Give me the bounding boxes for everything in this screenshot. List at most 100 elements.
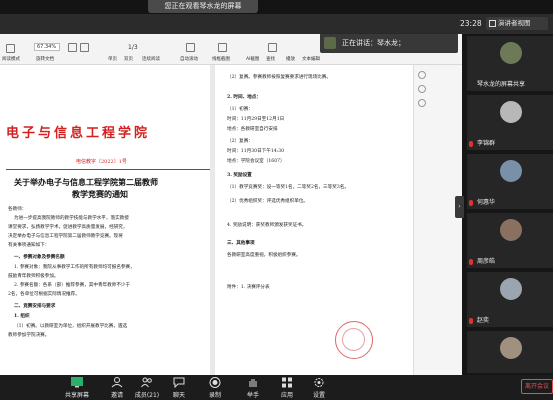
doc-paragraph: （2）复赛： xyxy=(227,139,253,144)
view-switch-label: 演讲者视图 xyxy=(498,19,531,27)
doc-number: 电信教字〔2022〕1号 xyxy=(76,159,127,165)
seal-inner-ring xyxy=(342,328,365,351)
avatar xyxy=(500,160,522,182)
tool-single-page[interactable]: 单页 xyxy=(108,56,117,62)
doc-paragraph: 地点：学院会议室（1607） xyxy=(227,159,285,164)
raise-hand-label: 举手 xyxy=(246,392,259,399)
doc-section-heading: 一、参赛对象及参赛名额 xyxy=(14,255,65,260)
doc-paragraph: （1）教学竞赛奖：设一等奖1名，二等奖2名，三等奖3名。 xyxy=(227,185,349,190)
record-button[interactable]: 录制 xyxy=(198,376,232,400)
share-screen-icon xyxy=(71,377,83,388)
share-screen-button[interactable]: 共享屏幕 xyxy=(60,376,94,400)
doc-paragraph: 附件：1. 决赛评分表 xyxy=(227,285,270,290)
doc-paragraph: 教师参加学院决赛。 xyxy=(8,333,50,338)
members-button[interactable]: 成员(21) xyxy=(130,376,164,400)
read-mode-icon[interactable] xyxy=(6,44,15,53)
document-viewport[interactable]: 电子与信息工程学院 电信教字〔2022〕1号 关于举办电子与信息工程学院第二届教… xyxy=(0,65,462,375)
view-switch-button[interactable]: 演讲者视图 xyxy=(486,17,548,30)
doc-subheading: 1. 组织 xyxy=(14,314,30,319)
thumbnail-icon[interactable] xyxy=(418,71,426,79)
tool-double-page[interactable]: 双页 xyxy=(124,56,133,62)
doc-paragraph: 2. 参赛名额：各系（部）推荐参赛，其中青年教师不少于 xyxy=(14,283,131,288)
muted-mic-icon xyxy=(469,318,473,324)
doc-paragraph: 各教师： xyxy=(8,207,27,212)
avatar xyxy=(500,101,522,123)
share-banner: 您正在观看琴水龙的屏幕 xyxy=(0,0,553,14)
muted-mic-icon xyxy=(469,200,473,206)
tool-read-mode[interactable]: 阅读模式 xyxy=(2,56,20,62)
participant-tile[interactable]: 李锦群 xyxy=(467,95,553,150)
settings-button[interactable]: 设置 xyxy=(302,376,336,400)
speaker-avatar xyxy=(324,37,336,49)
invite-button[interactable]: 邀请 xyxy=(100,376,134,400)
tool-find[interactable]: 查找 xyxy=(266,56,275,62)
grid-view-icon xyxy=(489,20,496,27)
chat-icon xyxy=(173,377,185,388)
share-screen-label: 共享屏幕 xyxy=(64,392,89,399)
gear-icon xyxy=(314,378,324,387)
apps-button[interactable]: 应用 xyxy=(270,376,304,400)
avatar xyxy=(500,278,522,300)
bookmark-icon[interactable] xyxy=(418,85,426,93)
doc-paragraph: 为进一步提高我院教师的教学技能与教学水平，落实教授 xyxy=(14,216,129,221)
leave-meeting-button[interactable]: 离开会议 xyxy=(521,379,553,394)
participant-tile[interactable]: 何惠华 xyxy=(467,154,553,209)
page-indicator[interactable]: 1/3 xyxy=(128,44,138,51)
tool-continuous[interactable]: 连续阅读 xyxy=(142,56,160,62)
muted-mic-icon xyxy=(469,259,473,265)
avatar xyxy=(500,42,522,64)
auto-scroll-icon[interactable] xyxy=(186,43,195,52)
doc-title-line-2: 教学竞赛的通知 xyxy=(72,189,128,199)
tool-auto-scroll[interactable]: 自动滚动 xyxy=(180,56,198,62)
participant-tile[interactable]: 赵奕 xyxy=(467,272,553,327)
tool-text-edit[interactable]: 文本编辑 xyxy=(302,56,320,62)
doc-paragraph: （2）复赛。参赛教师按照复赛要求进行现场比赛。 xyxy=(227,75,331,80)
doc-paragraph: 2名，各单位可根据实际情况推荐。 xyxy=(8,292,80,297)
chat-button[interactable]: 聊天 xyxy=(162,376,196,400)
meeting-window: 您正在观看琴水龙的屏幕 23:28 演讲者视图 阅读模式 67.34% 旋转文档… xyxy=(0,0,553,400)
doc-paragraph: 4. 奖励说明：获奖教师颁发获奖证书。 xyxy=(227,223,307,228)
doc-paragraph: 鼓励青年教师积极参加。 xyxy=(8,274,59,279)
participant-tile[interactable]: 琴水龙的屏幕共享 xyxy=(467,36,553,91)
participant-tile[interactable] xyxy=(467,331,553,373)
settings-label: 设置 xyxy=(312,392,325,399)
tool-play[interactable]: 播放 xyxy=(286,56,295,62)
doc-paragraph: 各教研室高度重视，积极组织参赛。 xyxy=(227,253,301,258)
tool-ai-screenshot[interactable]: AI截图 xyxy=(246,56,259,62)
doc-paragraph: 地点：各教研室自行安排 xyxy=(227,127,278,132)
share-status-pill[interactable]: 您正在观看琴水龙的屏幕 xyxy=(148,0,258,13)
doc-section-heading: 三、其他事项 xyxy=(227,241,255,246)
invite-label: 邀请 xyxy=(110,392,123,399)
meeting-clock: 23:28 xyxy=(460,19,482,28)
participant-name: 何惠华 xyxy=(477,199,496,206)
doc-paragraph: （1）初赛。以教研室为单位，组织开展教学比赛，遴选 xyxy=(14,324,128,329)
raise-hand-button[interactable]: 举手 xyxy=(236,376,270,400)
tool-screenshot[interactable]: 线框截图 xyxy=(212,56,230,62)
doc-subheading: 3. 奖励设置 xyxy=(227,173,252,178)
muted-mic-icon xyxy=(469,141,473,147)
tool-rotate[interactable]: 旋转文档 xyxy=(36,56,54,62)
doc-paragraph: （2）优秀组织奖：评选优秀组织单位。 xyxy=(227,199,309,204)
pdf-side-panel xyxy=(413,65,462,375)
record-label: 录制 xyxy=(208,392,221,399)
participant-tile[interactable]: 周彦皓 xyxy=(467,213,553,268)
doc-paragraph: 1. 参赛对象：我院从事教学工作的所有教师均可报名参赛， xyxy=(14,265,135,270)
next-page-icon[interactable] xyxy=(80,43,89,52)
doc-subheading: 2. 时间、地点： xyxy=(227,95,261,100)
apps-label: 应用 xyxy=(280,392,293,399)
screenshot-icon[interactable] xyxy=(218,43,227,52)
help-icon[interactable] xyxy=(418,99,426,107)
participant-name: 李锦群 xyxy=(477,140,496,147)
participant-name: 周彦皓 xyxy=(477,258,496,265)
avatar xyxy=(500,337,522,359)
prev-page-icon[interactable] xyxy=(68,43,77,52)
invite-icon xyxy=(111,377,123,388)
collapse-panel-button[interactable]: › xyxy=(455,196,464,218)
doc-paragraph: 时间：11月29日至12月1日 xyxy=(227,117,285,122)
doc-title-line-1: 关于举办电子与信息工程学院第二届教师 xyxy=(14,177,158,187)
search-icon[interactable] xyxy=(268,43,277,52)
doc-paragraph: 课堂要求，弘扬教学学术，促进教学高质量发展，经研究， xyxy=(8,225,128,230)
zoom-input[interactable]: 67.34% xyxy=(34,43,60,51)
doc-paragraph: 有关事项通知如下： xyxy=(8,243,50,248)
apps-grid-icon xyxy=(282,377,292,388)
